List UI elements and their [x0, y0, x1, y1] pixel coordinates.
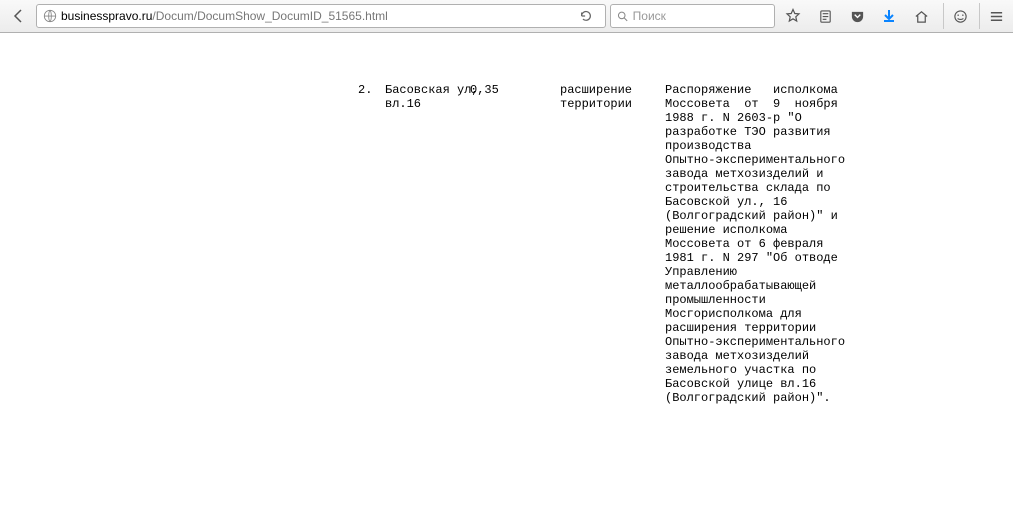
hamburger-icon — [989, 9, 1004, 24]
home-button[interactable] — [907, 3, 935, 29]
globe-icon — [43, 9, 57, 23]
cell-value: 0,35 — [470, 83, 560, 97]
clipboard-icon — [818, 9, 833, 24]
smiley-icon — [953, 9, 968, 24]
url-bar[interactable]: businesspravo.ru/Docum/DocumShow_DocumID… — [36, 4, 606, 28]
home-icon — [914, 9, 929, 24]
table-row: 2. Басовская ул, вл.16 0,35 расширение т… — [0, 83, 855, 405]
back-button[interactable] — [6, 3, 32, 29]
cell-purpose: расширение территории — [560, 83, 665, 111]
browser-toolbar: businesspravo.ru/Docum/DocumShow_DocumID… — [0, 0, 1013, 33]
cell-description: Распоряжение исполкома Моссовета от 9 но… — [665, 83, 855, 405]
search-input[interactable] — [633, 9, 768, 23]
cell-number: 2. — [0, 83, 385, 97]
pocket-icon — [850, 9, 865, 24]
downloads-button[interactable] — [875, 3, 903, 29]
smiley-button[interactable] — [943, 3, 971, 29]
chevron-left-icon — [11, 8, 27, 24]
search-bar[interactable] — [610, 4, 775, 28]
menu-button[interactable] — [979, 3, 1007, 29]
cell-address: Басовская ул, вл.16 — [385, 83, 470, 111]
reload-button[interactable] — [579, 9, 599, 23]
bookmark-star-button[interactable] — [779, 3, 807, 29]
reload-icon — [579, 9, 593, 23]
search-icon — [617, 10, 629, 23]
star-icon — [785, 8, 801, 24]
pocket-button[interactable] — [843, 3, 871, 29]
url-text: businesspravo.ru/Docum/DocumShow_DocumID… — [61, 9, 575, 23]
download-arrow-icon — [881, 8, 897, 24]
page-content: 2. Басовская ул, вл.16 0,35 расширение т… — [0, 33, 1013, 527]
reading-list-button[interactable] — [811, 3, 839, 29]
document-table: 2. Басовская ул, вл.16 0,35 расширение т… — [0, 33, 855, 527]
